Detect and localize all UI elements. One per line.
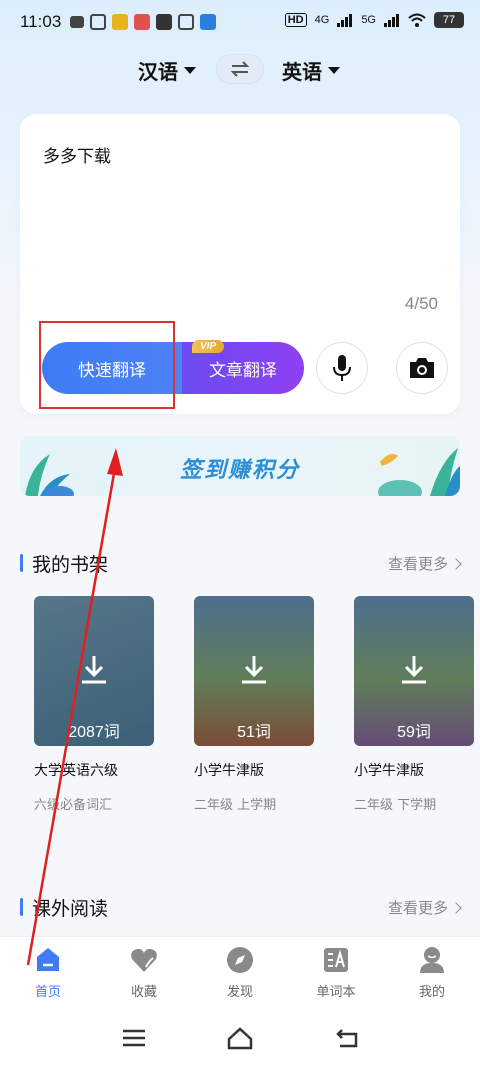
more-label: 查看更多 [387, 555, 448, 573]
app-icon [156, 14, 172, 30]
menu-icon[interactable] [120, 1026, 148, 1050]
book-subtitle: 六级必备词汇 [34, 798, 113, 813]
bottom-tab-bar: 首页 收藏 发现 单词本 我的 [0, 936, 480, 1008]
signal-icon [384, 14, 399, 27]
home-nav-icon[interactable] [226, 1026, 254, 1050]
source-language-label: 汉语 [138, 60, 178, 84]
tab-discover[interactable]: 发现 [192, 945, 288, 1000]
video-icon [90, 14, 106, 30]
section-bar [20, 554, 23, 572]
app-icon [178, 14, 194, 30]
bookshelf-title: 我的书架 [32, 554, 109, 576]
download-icon [242, 656, 266, 684]
microphone-icon [333, 355, 351, 381]
bookshelf-header: 我的书架 查看更多 [20, 550, 462, 578]
notification-icons [70, 14, 216, 30]
status-bar: 11:03 HD 4G 5G 77 [0, 0, 480, 44]
article-translate-button[interactable]: VIP 文章翻译 [182, 340, 304, 394]
book-item[interactable]: 51词 小学牛津版 二年级 上学期 [194, 596, 316, 813]
book-cover: 51词 [194, 596, 314, 746]
book-cover: 59词 [354, 596, 474, 746]
book-cover: 2087词 [34, 596, 154, 746]
chevron-right-icon [450, 557, 462, 570]
article-translate-label: 文章翻译 [209, 360, 277, 381]
reading-header: 课外阅读 查看更多 [20, 894, 462, 922]
source-language-select[interactable]: 汉语 [138, 56, 196, 85]
book-title: 小学牛津版 [354, 763, 424, 779]
battery-indicator: 77 [434, 12, 464, 28]
reading-title: 课外阅读 [32, 898, 109, 920]
target-language-label: 英语 [282, 60, 322, 84]
app-icon [112, 14, 128, 30]
tab-home[interactable]: 首页 [0, 945, 96, 1000]
caret-down-icon [184, 67, 196, 74]
compass-icon [227, 947, 253, 973]
tab-label: 收藏 [130, 985, 157, 1000]
highlight-annotation-box [39, 321, 175, 409]
banner-text: 签到赚积分 [179, 458, 300, 483]
heart-icon [131, 948, 157, 972]
home-icon [37, 948, 59, 971]
caret-down-icon [328, 67, 340, 74]
bookshelf-more-link[interactable]: 查看更多 [387, 553, 462, 574]
signal-icon [337, 14, 353, 27]
status-time: 11:03 [20, 12, 62, 31]
book-subtitle: 二年级 上学期 [194, 798, 277, 813]
download-icon [82, 656, 106, 684]
camera-icon [410, 358, 434, 378]
book-item[interactable]: 59词 小学牛津版 二年级 下学期 [354, 596, 476, 813]
hd-badge: HD [284, 13, 307, 27]
app-icon [134, 14, 150, 30]
tab-label: 发现 [226, 985, 253, 1000]
camera-translate-button[interactable] [396, 342, 448, 394]
language-bar: 汉语 英语 [0, 52, 480, 88]
book-subtitle: 二年级 下学期 [354, 798, 437, 813]
swap-icon [230, 61, 250, 77]
system-nav-bar [0, 1008, 480, 1067]
more-label: 查看更多 [387, 899, 448, 917]
translate-input[interactable]: 多多下载 [43, 142, 111, 167]
book-title: 小学牛津版 [194, 763, 264, 779]
section-bar [20, 898, 23, 916]
signal-5g: 5G [361, 14, 376, 26]
download-icon [402, 656, 426, 684]
checkin-banner[interactable]: 签到赚积分 [20, 436, 460, 496]
tab-wordbook[interactable]: 单词本 [288, 945, 384, 1000]
vip-badge: VIP [192, 340, 225, 353]
tab-label: 单词本 [316, 985, 356, 1000]
tab-profile[interactable]: 我的 [384, 945, 480, 1000]
book-item[interactable]: 2087词 大学英语六级 六级必备词汇 [34, 596, 156, 813]
game-icon [70, 16, 84, 28]
voice-input-button[interactable] [316, 342, 368, 394]
wifi-icon [408, 13, 426, 27]
book-word-count: 2087词 [68, 724, 120, 741]
status-right: HD 4G 5G 77 [284, 12, 464, 28]
book-word-count: 51词 [237, 724, 271, 741]
profile-icon [420, 947, 444, 973]
reading-more-link[interactable]: 查看更多 [387, 897, 462, 918]
swap-language-button[interactable] [216, 54, 264, 84]
wordbook-icon [324, 948, 348, 972]
book-title: 大学英语六级 [34, 763, 118, 779]
back-icon[interactable] [334, 1026, 362, 1050]
signal-4g: 4G [314, 14, 330, 26]
target-language-select[interactable]: 英语 [282, 56, 340, 85]
tab-label: 首页 [34, 985, 61, 1000]
char-count: 4/50 [404, 294, 438, 313]
book-word-count: 59词 [397, 724, 431, 741]
tab-label: 我的 [418, 985, 445, 1000]
tab-favorites[interactable]: 收藏 [96, 945, 192, 1000]
app-icon [200, 14, 216, 30]
chevron-right-icon [450, 901, 462, 914]
